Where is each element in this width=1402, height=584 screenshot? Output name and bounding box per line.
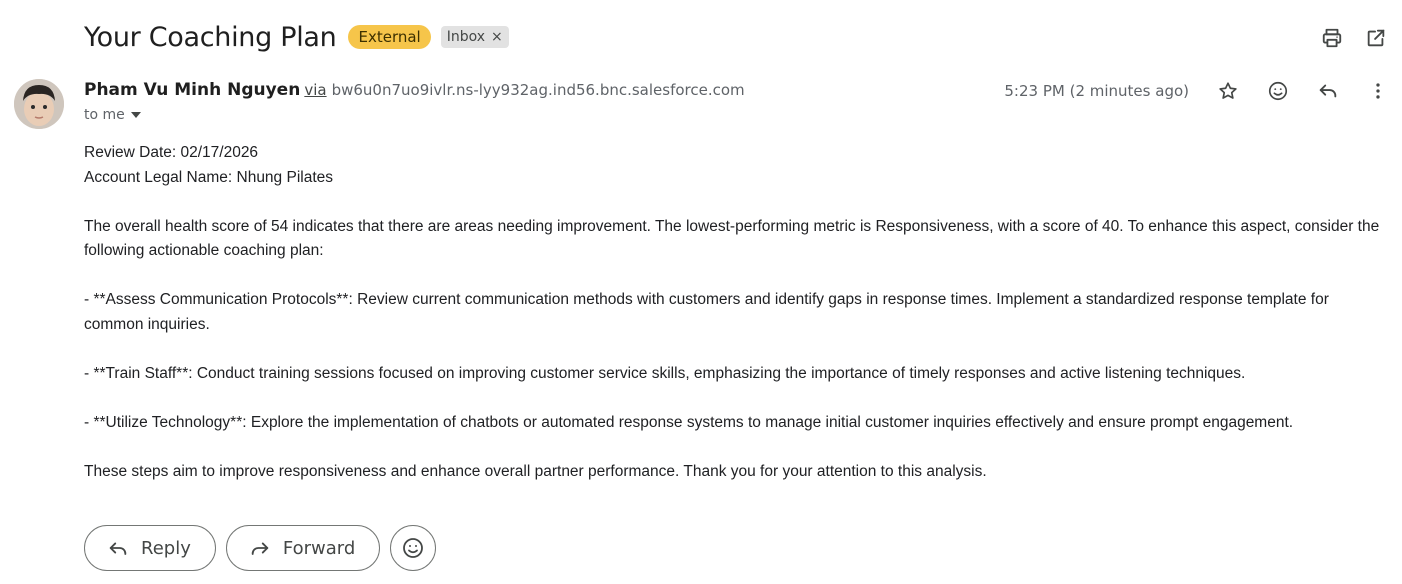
external-badge: External — [348, 25, 431, 49]
reply-actions: Reply Forward — [84, 525, 437, 571]
sender-name[interactable]: Pham Vu Minh Nguyen — [84, 80, 300, 100]
email-body: Review Date: 02/17/2026 Account Legal Na… — [84, 141, 1384, 484]
thread-actions — [1318, 24, 1390, 52]
review-date-line: Review Date: 02/17/2026 — [84, 144, 259, 161]
email-subject: Your Coaching Plan — [84, 21, 337, 53]
reply-icon[interactable] — [1314, 77, 1342, 105]
sender-row: Pham Vu Minh Nguyen via bw6u0n7uo9ivlr.n… — [84, 80, 745, 100]
closing-paragraph: These steps aim to improve responsivenes… — [84, 462, 987, 480]
forward-icon — [251, 542, 269, 555]
reply-button[interactable]: Reply — [84, 525, 216, 571]
sender-avatar[interactable] — [14, 79, 64, 129]
message-time: 5:23 PM (2 minutes ago) — [1004, 82, 1189, 100]
plan-item-2: - **Train Staff**: Conduct training sess… — [84, 364, 1246, 382]
forward-button-label: Forward — [282, 537, 356, 559]
plan-item-3: - **Utilize Technology**: Explore the im… — [84, 413, 1294, 431]
reply-button-label: Reply — [141, 537, 191, 559]
message-actions — [1214, 77, 1392, 105]
emoji-icon[interactable] — [1264, 77, 1292, 105]
remove-label-icon[interactable]: × — [491, 29, 503, 45]
recipient-row: to me — [84, 107, 141, 123]
emoji-icon — [403, 538, 424, 558]
reply-icon — [109, 542, 127, 555]
subject-row: Your Coaching Plan External Inbox × — [84, 18, 509, 56]
open-in-new-window-icon[interactable] — [1362, 24, 1390, 52]
via-link[interactable]: via — [304, 81, 326, 99]
intro-paragraph: The overall health score of 54 indicates… — [84, 217, 1380, 260]
react-emoji-button[interactable] — [390, 525, 437, 571]
print-icon[interactable] — [1318, 24, 1346, 52]
recipient-text: to me — [84, 107, 125, 123]
show-details-icon[interactable] — [130, 112, 141, 118]
star-icon[interactable] — [1214, 77, 1242, 105]
inbox-label-text: Inbox — [446, 29, 486, 45]
plan-item-1: - **Assess Communication Protocols**: Re… — [84, 291, 1329, 333]
inbox-label-chip[interactable]: Inbox × — [440, 26, 509, 48]
more-vertical-icon[interactable] — [1364, 77, 1392, 105]
via-address: bw6u0n7uo9ivlr.ns-lyy932ag.ind56.bnc.sal… — [331, 81, 745, 99]
forward-button[interactable]: Forward — [225, 525, 381, 571]
account-name-line: Account Legal Name: Nhung Pilates — [84, 168, 334, 186]
